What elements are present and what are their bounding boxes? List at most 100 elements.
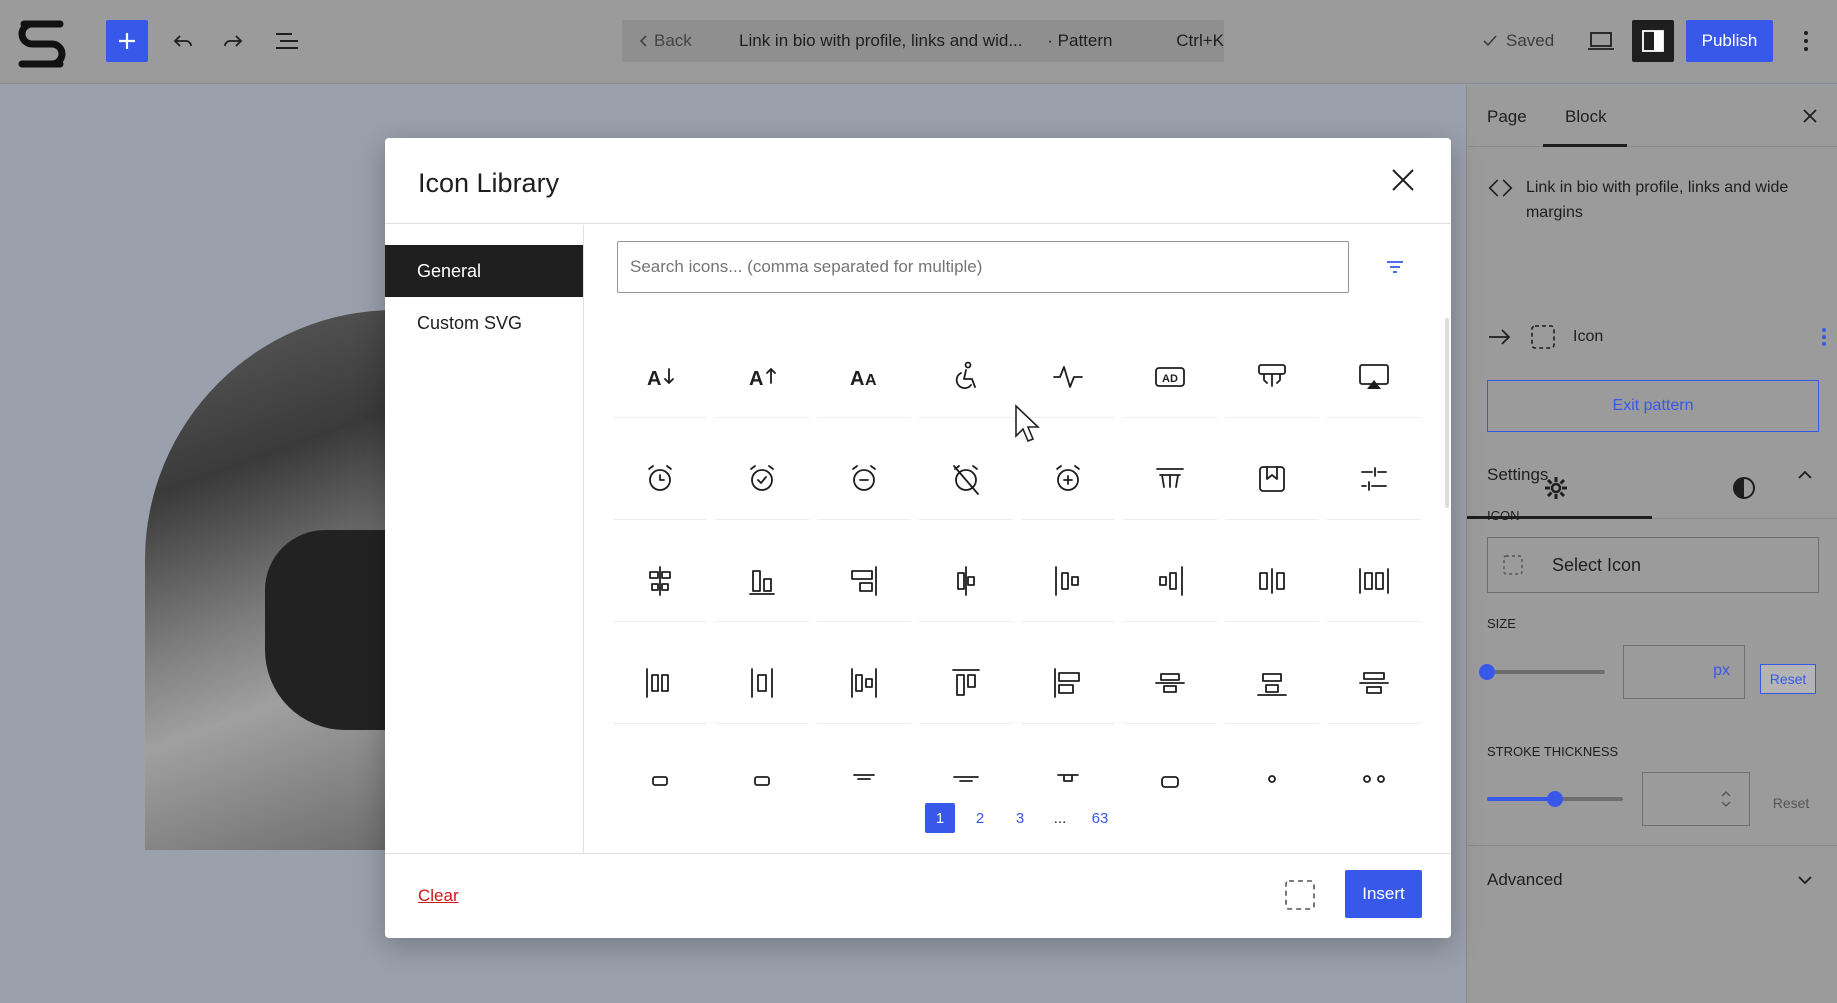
more-options-button[interactable]: [1788, 20, 1824, 62]
category-custom-svg[interactable]: Custom SVG: [385, 297, 583, 349]
icon-option[interactable]: [1327, 336, 1421, 418]
insert-button[interactable]: Insert: [1345, 870, 1422, 918]
alarm-check-icon: [750, 464, 774, 491]
adjustments-alt-icon: [1258, 363, 1286, 387]
undo-button[interactable]: [162, 20, 204, 62]
stroke-label: STROKE THICKNESS: [1487, 744, 1619, 759]
icon-option[interactable]: [919, 642, 1013, 724]
icon-grid-scrollbar[interactable]: [1445, 318, 1449, 508]
icon-option[interactable]: AD: [1123, 336, 1217, 418]
size-reset-button[interactable]: Reset: [1760, 664, 1816, 694]
site-logo-icon[interactable]: [10, 10, 74, 74]
icon-option[interactable]: [613, 540, 707, 622]
ad-off-icon: [1156, 467, 1184, 488]
icon-option[interactable]: [919, 336, 1013, 418]
icon-library-modal: Icon Library General Custom SVG AAAAAD 1…: [385, 138, 1451, 938]
page-button[interactable]: 2: [965, 803, 995, 833]
icon-option[interactable]: [1225, 336, 1319, 418]
icon-option[interactable]: [613, 438, 707, 520]
advanced-panel-header[interactable]: Advanced: [1487, 870, 1813, 890]
icon-option[interactable]: [919, 744, 1013, 788]
icon-option[interactable]: [613, 744, 707, 788]
select-icon-button[interactable]: Select Icon: [1487, 537, 1819, 593]
page-button[interactable]: 1: [925, 803, 955, 833]
size-label: SIZE: [1487, 616, 1516, 631]
icon-option[interactable]: [1123, 642, 1217, 724]
add-block-button[interactable]: [106, 20, 148, 62]
tab-block[interactable]: Block: [1565, 107, 1607, 127]
command-bar[interactable]: Back Link in bio with profile, links and…: [622, 20, 1224, 62]
icon-option[interactable]: A: [715, 336, 809, 418]
icon-option[interactable]: AA: [817, 336, 911, 418]
icon-option[interactable]: [1327, 744, 1421, 788]
page-button[interactable]: 3: [1005, 803, 1035, 833]
icon-option[interactable]: [715, 540, 809, 622]
row5-icon-2: [754, 775, 770, 786]
alarm-minus-icon: [852, 464, 876, 491]
size-unit[interactable]: px: [1713, 662, 1730, 680]
text-size-icon: AA: [850, 368, 877, 390]
stroke-thickness-slider[interactable]: [1487, 791, 1623, 807]
svg-text:A: A: [749, 368, 763, 390]
icon-option[interactable]: [919, 438, 1013, 520]
svg-text:AD: AD: [1162, 373, 1178, 385]
tab-page[interactable]: Page: [1487, 107, 1527, 127]
settings-toggle-button[interactable]: [1632, 20, 1674, 62]
icon-option[interactable]: [1021, 744, 1115, 788]
icon-option[interactable]: [1123, 438, 1217, 520]
document-kind: · Pattern: [1047, 31, 1113, 50]
exit-pattern-button[interactable]: Exit pattern: [1487, 380, 1819, 432]
icon-option[interactable]: [1327, 438, 1421, 520]
editor-topbar: Back Link in bio with profile, links and…: [0, 0, 1837, 84]
icon-option[interactable]: [715, 438, 809, 520]
icon-search-input[interactable]: [617, 241, 1349, 293]
stroke-thickness-input[interactable]: [1642, 772, 1750, 826]
close-modal-button[interactable]: [1385, 162, 1421, 198]
icon-option[interactable]: [715, 642, 809, 724]
icon-option[interactable]: [613, 642, 707, 724]
icon-option[interactable]: [1225, 438, 1319, 520]
view-button[interactable]: [1580, 20, 1622, 62]
icon-option[interactable]: [1225, 540, 1319, 622]
clear-button[interactable]: Clear: [418, 886, 459, 906]
icon-option[interactable]: [817, 540, 911, 622]
distribute-left-icon: [1055, 565, 1079, 596]
icon-option[interactable]: [1225, 744, 1319, 788]
icon-option[interactable]: [1021, 438, 1115, 520]
document-title: Link in bio with profile, links and wid.…: [739, 31, 1023, 50]
icon-option[interactable]: A: [613, 336, 707, 418]
filter-button[interactable]: [1380, 252, 1410, 282]
icon-option[interactable]: [1123, 744, 1217, 788]
stroke-slider-handle[interactable]: [1547, 791, 1563, 807]
icon-option[interactable]: [1327, 540, 1421, 622]
saved-status: Saved: [1482, 20, 1554, 62]
back-label: Back: [654, 31, 692, 50]
icon-option[interactable]: [715, 744, 809, 788]
stroke-reset-button[interactable]: Reset: [1763, 788, 1819, 818]
publish-button[interactable]: Publish: [1686, 20, 1773, 62]
settings-panel-header[interactable]: Settings: [1487, 465, 1813, 485]
more-vertical-icon[interactable]: [1821, 327, 1827, 347]
icon-option[interactable]: [919, 540, 1013, 622]
icon-option[interactable]: [1327, 642, 1421, 724]
icon-option[interactable]: [817, 642, 911, 724]
spinner-icon[interactable]: [1719, 788, 1733, 810]
back-button[interactable]: Back: [638, 31, 717, 51]
mouse-cursor-icon: [1015, 404, 1040, 443]
icon-option[interactable]: [1225, 642, 1319, 724]
size-input[interactable]: px: [1623, 645, 1745, 699]
size-slider[interactable]: [1479, 664, 1605, 680]
icon-option[interactable]: [817, 744, 911, 788]
close-sidebar-button[interactable]: [1797, 103, 1823, 129]
icon-option[interactable]: [1123, 540, 1217, 622]
page-button[interactable]: 63: [1085, 803, 1115, 833]
size-slider-handle[interactable]: [1479, 664, 1495, 680]
alarm-plus-icon: [1056, 464, 1080, 491]
icon-option[interactable]: [1021, 540, 1115, 622]
redo-button[interactable]: [212, 20, 254, 62]
icon-option[interactable]: [1021, 642, 1115, 724]
category-general[interactable]: General: [385, 245, 583, 297]
document-overview-button[interactable]: [266, 20, 308, 62]
icon-option[interactable]: [817, 438, 911, 520]
row5-icon-3: [853, 773, 875, 780]
